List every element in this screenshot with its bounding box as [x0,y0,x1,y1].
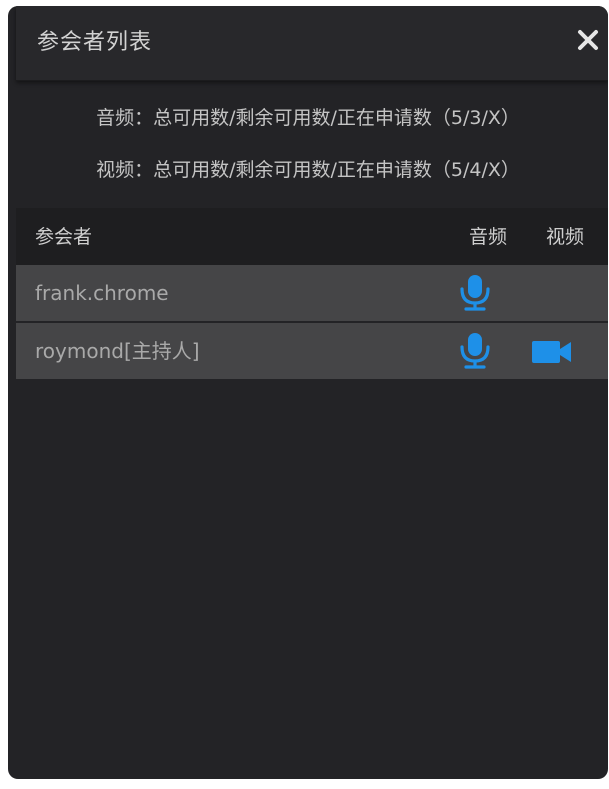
column-header-audio: 音频 [469,226,508,248]
participant-name: roymond[主持人] [35,339,200,363]
microphone-icon[interactable] [457,274,493,312]
participant-name: frank.chrome [35,281,169,305]
participant-row[interactable]: frank.chrome [16,265,608,321]
participants-panel: 参会者列表 音频：总可用数/剩余可用数/正在申请数（5/3/X） 视频：总可用数… [8,6,608,779]
panel-header: 参会者列表 [16,6,608,81]
video-availability-text: 视频：总可用数/剩余可用数/正在申请数（5/4/X） [96,159,520,181]
participant-row[interactable]: roymond[主持人] [16,323,608,379]
audio-availability-text: 音频：总可用数/剩余可用数/正在申请数（5/3/X） [96,107,520,129]
close-button[interactable] [570,22,606,58]
panel-title: 参会者列表 [37,30,153,55]
video-camera-icon[interactable] [530,339,574,365]
close-icon [578,30,598,50]
microphone-icon[interactable] [457,332,493,370]
column-header-video: 视频 [546,226,585,248]
participant-list-header: 参会者 音频 视频 [16,208,608,265]
column-header-participant: 参会者 [35,226,93,248]
